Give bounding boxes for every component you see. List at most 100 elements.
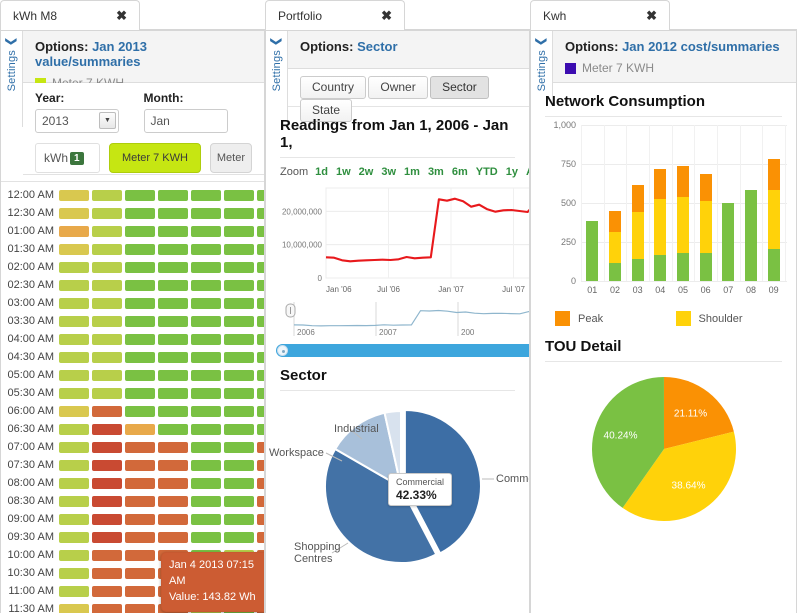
heatmap-cell[interactable] [158,387,188,399]
zoom-option-1d[interactable]: 1d [315,166,328,178]
heatmap-cell[interactable] [125,369,155,381]
heatmap-cell[interactable] [92,333,122,345]
heatmap-cell[interactable] [125,315,155,327]
meter-7-kwh-button[interactable]: Meter 7 KWH [109,143,201,173]
sector-pie-chart[interactable]: Commercial Shopping Centres Workspace In… [266,391,529,591]
scrollbar-handle-left[interactable] [277,345,288,356]
heatmap-cell[interactable] [158,243,188,255]
heatmap-cell[interactable] [257,477,264,489]
bar-column[interactable] [677,166,689,281]
heatmap-cell[interactable] [59,405,89,417]
heatmap-cell[interactable] [191,531,221,543]
heatmap-cell[interactable] [224,495,254,507]
bar-column[interactable] [722,202,735,281]
bar-segment[interactable] [609,210,621,233]
heatmap-grid[interactable]: 12:00 AM 12:30 AM 01:00 AM 01:30 AM 02:00 AM… [1,186,264,613]
unit-field[interactable]: kWh 1 [35,143,101,173]
heatmap-cell[interactable] [92,459,122,471]
bar-segment[interactable] [767,190,780,249]
heatmap-cell[interactable] [191,207,221,219]
heatmap-cell[interactable] [59,387,89,399]
heatmap-cell[interactable] [92,207,122,219]
heatmap-cell[interactable] [191,297,221,309]
chevron-right-icon[interactable]: ❯ [535,37,548,46]
heatmap-cell[interactable] [158,261,188,273]
heatmap-cell[interactable] [191,369,221,381]
heatmap-panel[interactable]: 12:00 AM 12:30 AM 01:00 AM 01:30 AM 02:00 AM… [1,181,264,613]
heatmap-cell[interactable] [191,243,221,255]
navigator-svg[interactable]: 2006 2007 200 [280,300,529,342]
heatmap-cell[interactable] [92,603,122,613]
heatmap-cell[interactable] [92,351,122,363]
heatmap-cell[interactable] [257,243,264,255]
tou-pie-svg[interactable] [589,374,739,524]
heatmap-cell[interactable] [224,531,254,543]
heatmap-cell[interactable] [257,459,264,471]
tab-kwh-m8[interactable]: kWh M8 ✖ [0,0,140,30]
heatmap-cell[interactable] [224,459,254,471]
heatmap-cell[interactable] [191,225,221,237]
heatmap-cell[interactable] [158,513,188,525]
legend-item[interactable]: Shoulder [675,311,797,326]
heatmap-cell[interactable] [158,297,188,309]
heatmap-cell[interactable] [59,297,89,309]
legend-item[interactable]: Peak [555,311,676,326]
heatmap-cell[interactable] [257,315,264,327]
heatmap-cell[interactable] [125,189,155,201]
heatmap-cell[interactable] [125,333,155,345]
heatmap-cell[interactable] [92,279,122,291]
bar-column[interactable] [631,185,644,281]
heatmap-cell[interactable] [125,603,155,613]
heatmap-cell[interactable] [92,315,122,327]
heatmap-cell[interactable] [125,585,155,597]
bar-column[interactable] [609,210,621,281]
heatmap-cell[interactable] [59,207,89,219]
heatmap-cell[interactable] [191,459,221,471]
heatmap-cell[interactable] [257,405,264,417]
bar-segment[interactable] [586,220,599,281]
heatmap-cell[interactable] [92,297,122,309]
heatmap-cell[interactable] [92,549,122,561]
heatmap-cell[interactable] [257,351,264,363]
heatmap-cell[interactable] [59,261,89,273]
heatmap-cell[interactable] [92,261,122,273]
heatmap-cell[interactable] [59,495,89,507]
heatmap-cell[interactable] [59,603,89,613]
options-value[interactable]: Sector [357,39,397,54]
heatmap-cell[interactable] [158,315,188,327]
bar-segment[interactable] [677,196,689,253]
heatmap-cell[interactable] [125,297,155,309]
heatmap-cell[interactable] [158,477,188,489]
heatmap-cell[interactable] [257,333,264,345]
heatmap-cell[interactable] [257,423,264,435]
chevron-right-icon[interactable]: ❯ [270,37,283,46]
heatmap-cell[interactable] [191,405,221,417]
heatmap-cell[interactable] [59,333,89,345]
heatmap-cell[interactable] [125,531,155,543]
heatmap-cell[interactable] [257,369,264,381]
heatmap-cell[interactable] [191,279,221,291]
heatmap-cell[interactable] [125,423,155,435]
bar-segment[interactable] [654,255,667,281]
heatmap-cell[interactable] [92,495,122,507]
heatmap-cell[interactable] [59,423,89,435]
zoom-option-3m[interactable]: 3m [428,166,444,178]
heatmap-cell[interactable] [224,207,254,219]
bar-column[interactable] [699,173,712,281]
heatmap-cell[interactable] [59,513,89,525]
heatmap-cell[interactable] [158,333,188,345]
heatmap-cell[interactable] [92,243,122,255]
bar-segment[interactable] [631,212,644,259]
heatmap-cell[interactable] [257,297,264,309]
segment-country[interactable]: Country [300,76,367,99]
heatmap-cell[interactable] [59,567,89,579]
heatmap-cell[interactable] [158,369,188,381]
heatmap-cell[interactable] [257,513,264,525]
navigator-scrollbar[interactable] [276,344,529,357]
heatmap-cell[interactable] [92,513,122,525]
heatmap-cell[interactable] [125,261,155,273]
segment-sector[interactable]: Sector [430,76,489,99]
heatmap-cell[interactable] [158,495,188,507]
bar-segment[interactable] [677,252,689,281]
heatmap-cell[interactable] [224,369,254,381]
